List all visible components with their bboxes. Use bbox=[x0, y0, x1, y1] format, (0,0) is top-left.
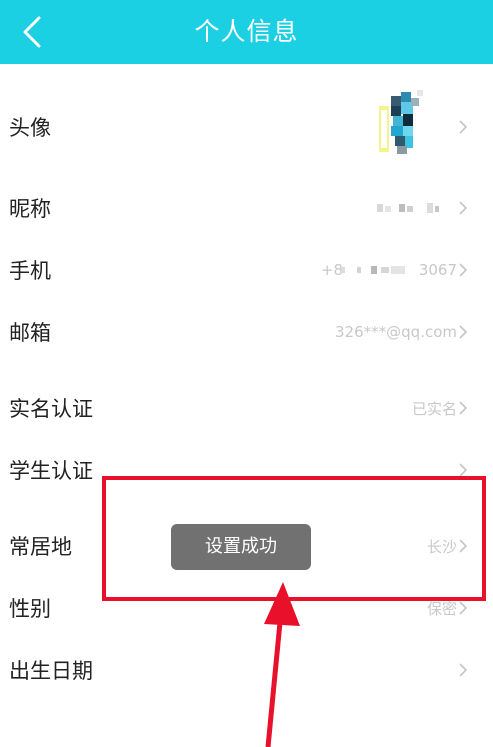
chevron-right-icon bbox=[459, 401, 468, 415]
row-label: 常居地 bbox=[9, 535, 72, 559]
row-label: 手机 bbox=[9, 259, 51, 283]
row-nickname[interactable]: 昵称 bbox=[0, 180, 493, 236]
chevron-right-icon bbox=[459, 663, 468, 677]
row-label: 学生认证 bbox=[9, 459, 93, 483]
page-title: 个人信息 bbox=[194, 17, 299, 46]
row-avatar[interactable]: 头像 bbox=[0, 88, 493, 166]
row-label: 邮箱 bbox=[9, 321, 51, 345]
row-label: 昵称 bbox=[9, 197, 51, 221]
toast-message: 设置成功 bbox=[171, 524, 311, 570]
row-label: 性别 bbox=[9, 597, 51, 621]
chevron-left-icon bbox=[23, 16, 41, 48]
chevron-right-icon bbox=[459, 201, 468, 215]
chevron-right-icon bbox=[459, 120, 468, 134]
real-name-status: 已实名 bbox=[411, 399, 457, 418]
row-label: 头像 bbox=[9, 116, 51, 140]
row-label: 出生日期 bbox=[9, 659, 93, 683]
phone-value: 3067 bbox=[418, 261, 457, 279]
row-phone[interactable]: 手机 +8 3067 bbox=[0, 242, 493, 298]
nickname-blurred bbox=[377, 203, 439, 213]
phone-prefix: +8 bbox=[320, 261, 343, 279]
top-app-bar: 个人信息 bbox=[0, 0, 493, 64]
row-email[interactable]: 邮箱 326***@qq.com bbox=[0, 304, 493, 360]
row-birthday[interactable]: 出生日期 bbox=[0, 642, 493, 698]
phone-blurred bbox=[341, 266, 405, 274]
row-real-name[interactable]: 实名认证 已实名 bbox=[0, 380, 493, 436]
avatar bbox=[377, 88, 433, 166]
chevron-right-icon bbox=[459, 325, 468, 339]
chevron-right-icon bbox=[459, 601, 468, 615]
chevron-right-icon bbox=[459, 263, 468, 277]
row-label: 实名认证 bbox=[9, 397, 93, 421]
email-value: 326***@qq.com bbox=[335, 323, 457, 341]
back-button[interactable] bbox=[0, 0, 64, 64]
